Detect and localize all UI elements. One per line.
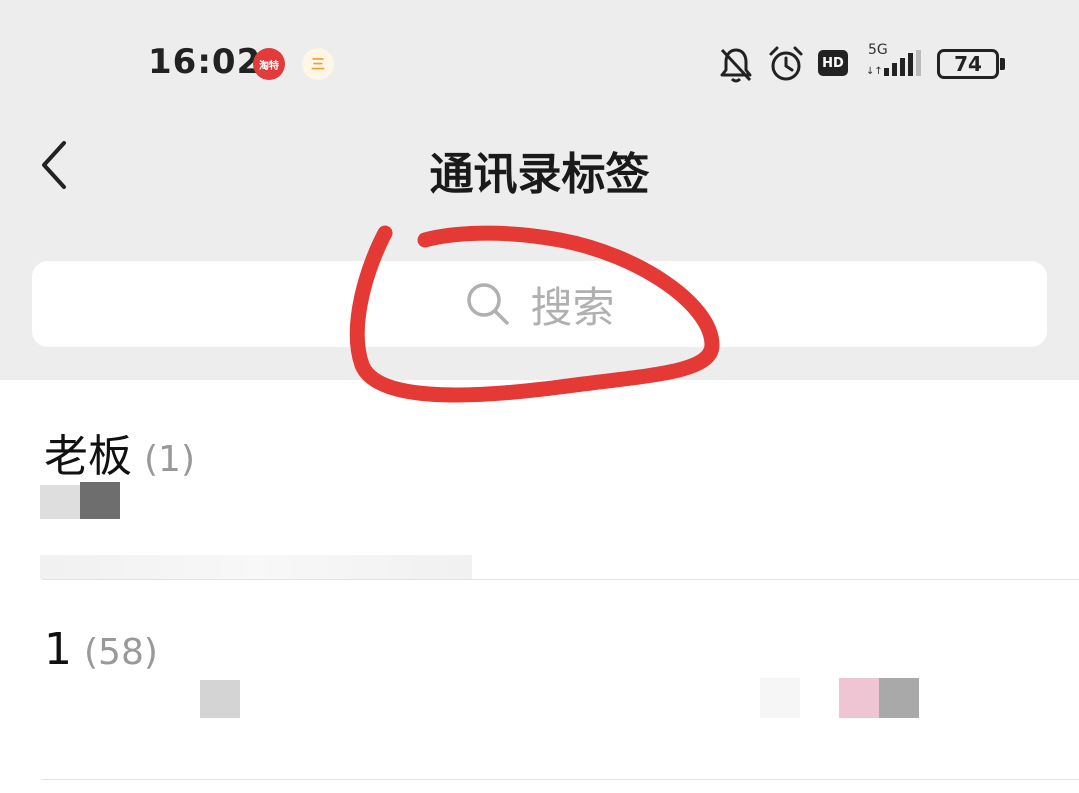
blurred-avatar bbox=[879, 678, 919, 718]
blurred-avatar bbox=[200, 680, 240, 718]
search-icon bbox=[467, 283, 510, 325]
group-name: 老板 bbox=[44, 431, 132, 482]
bell-muted-icon bbox=[720, 48, 752, 83]
taote-app-icon: 淘特 bbox=[253, 48, 285, 80]
screen: 16:02 淘特 三 HD 5G ↓↑ 74 通讯录标签 搜索 老板 (1) 1… bbox=[0, 0, 1079, 793]
label-group-boss[interactable]: 老板 (1) bbox=[0, 380, 1079, 580]
page-title: 通讯录标签 bbox=[429, 149, 650, 200]
hd-voice-icon: HD bbox=[818, 50, 848, 76]
blurred-avatar bbox=[40, 485, 80, 519]
group-name: 1 bbox=[44, 624, 72, 675]
blurred-avatar bbox=[839, 678, 879, 718]
divider bbox=[42, 779, 1079, 780]
blurred-avatar bbox=[80, 482, 120, 519]
group-title: 老板 (1) bbox=[44, 420, 195, 484]
alarm-clock-icon bbox=[769, 46, 803, 81]
svg-text:↓↑: ↓↑ bbox=[866, 66, 883, 77]
notification-app-icon: 三 bbox=[302, 48, 334, 80]
blurred-member-text bbox=[40, 555, 472, 579]
search-placeholder: 搜索 bbox=[530, 282, 615, 332]
battery-cap bbox=[1000, 58, 1005, 70]
group-count: (1) bbox=[144, 439, 195, 480]
group-count: (58) bbox=[84, 632, 158, 673]
blurred-avatar bbox=[760, 678, 800, 718]
status-time: 16:02 bbox=[148, 42, 262, 82]
battery-indicator: 74 bbox=[937, 49, 999, 79]
label-group-1[interactable]: 1 (58) bbox=[0, 580, 1079, 780]
search-input[interactable]: 搜索 bbox=[32, 261, 1047, 347]
group-title: 1 (58) bbox=[44, 624, 158, 675]
signal-strength-icon: ↓↑ bbox=[866, 50, 921, 77]
